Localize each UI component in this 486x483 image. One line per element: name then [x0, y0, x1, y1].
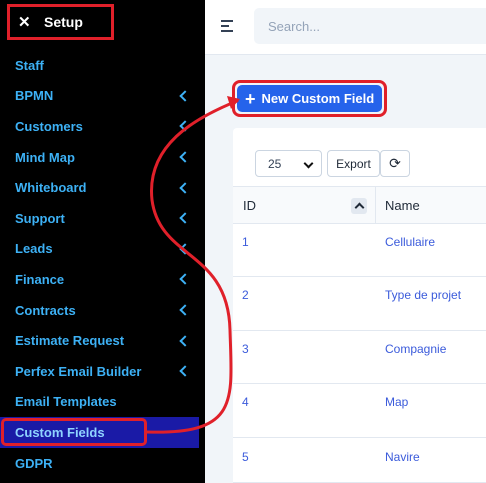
close-icon[interactable]: ✕	[18, 13, 38, 31]
sidebar-item-label: Customers	[15, 118, 83, 134]
sidebar-item-perfex-email-builder[interactable]: Perfex Email Builder	[0, 356, 205, 387]
table-row: 4 Map	[233, 384, 486, 438]
sidebar-item-email-templates[interactable]: Email Templates	[0, 387, 205, 418]
chevron-left-icon[interactable]	[179, 212, 191, 224]
sidebar-item-label: Perfex Email Builder	[15, 363, 142, 379]
sidebar-item-label: Leads	[15, 241, 53, 257]
sidebar-item-contracts[interactable]: Contracts	[0, 295, 205, 326]
search-input[interactable]	[254, 8, 486, 44]
sidebar: ✕ Setup Staff BPMN Customers Mind Map Whiteb…	[0, 0, 205, 483]
chevron-left-icon[interactable]	[179, 243, 191, 255]
topbar	[205, 0, 486, 55]
row-name-link[interactable]: Navire	[385, 450, 420, 464]
row-id: 1	[242, 235, 249, 249]
plus-icon: +	[245, 88, 256, 109]
chevron-down-icon	[303, 158, 314, 169]
sidebar-item-bpmn[interactable]: BPMN	[0, 81, 205, 112]
table-row: 2 Type de projet	[233, 277, 486, 331]
sidebar-item-label: Support	[15, 210, 65, 226]
sidebar-item-staff[interactable]: Staff	[0, 50, 205, 81]
sidebar-item-label: Contracts	[15, 302, 76, 318]
chevron-left-icon[interactable]	[179, 151, 191, 163]
row-name-link[interactable]: Cellulaire	[385, 235, 435, 249]
chevron-left-icon[interactable]	[179, 365, 191, 377]
row-id: 5	[242, 450, 249, 464]
chevron-left-icon[interactable]	[179, 304, 191, 316]
column-header-id[interactable]: ID	[243, 198, 256, 213]
row-id: 4	[242, 395, 249, 409]
row-name-link[interactable]: Map	[385, 395, 408, 409]
column-divider	[375, 187, 376, 224]
sidebar-item-customers[interactable]: Customers	[0, 111, 205, 142]
sidebar-item-label: Staff	[15, 57, 44, 73]
new-custom-field-button[interactable]: + New Custom Field	[237, 85, 382, 112]
row-name-link[interactable]: Compagnie	[385, 342, 446, 356]
sidebar-menu: Staff BPMN Customers Mind Map Whiteboard Supp…	[0, 50, 205, 478]
sidebar-item-label: Mind Map	[15, 149, 75, 165]
row-id: 3	[242, 342, 249, 356]
column-header-name[interactable]: Name	[385, 198, 420, 213]
table-header: ID Name	[233, 186, 486, 224]
export-button[interactable]: Export	[327, 150, 380, 177]
sidebar-item-gdpr[interactable]: GDPR	[0, 448, 205, 479]
row-name-link[interactable]: Type de projet	[385, 288, 461, 302]
new-custom-field-label: New Custom Field	[261, 91, 375, 106]
sidebar-item-label: GDPR	[15, 455, 53, 471]
table-row: 3 Compagnie	[233, 331, 486, 384]
table-row: 5 Navire	[233, 438, 486, 483]
sort-ascending-icon[interactable]	[351, 198, 367, 214]
chevron-left-icon[interactable]	[179, 90, 191, 102]
table-row: 1 Cellulaire	[233, 224, 486, 277]
menu-toggle-icon[interactable]	[221, 20, 235, 32]
page-length-select[interactable]: 25	[255, 150, 322, 177]
sidebar-item-label: Finance	[15, 271, 65, 287]
row-id: 2	[242, 288, 249, 302]
sidebar-item-label: Estimate Request	[15, 333, 125, 349]
refresh-icon[interactable]: ⟳	[380, 150, 410, 177]
sidebar-item-custom-fields[interactable]: Custom Fields	[0, 417, 199, 448]
setup-title: Setup	[44, 14, 83, 30]
sidebar-item-label: Custom Fields	[15, 424, 105, 440]
sidebar-item-mind-map[interactable]: Mind Map	[0, 142, 205, 173]
sidebar-item-whiteboard[interactable]: Whiteboard	[0, 172, 205, 203]
chevron-left-icon[interactable]	[179, 273, 191, 286]
sidebar-item-label: BPMN	[15, 88, 54, 104]
chevron-left-icon[interactable]	[179, 182, 191, 194]
chevron-left-icon[interactable]	[179, 120, 191, 133]
sidebar-item-label: Email Templates	[15, 394, 117, 410]
sidebar-item-leads[interactable]: Leads	[0, 234, 205, 265]
setup-header[interactable]: ✕ Setup	[7, 4, 114, 40]
page-length-value: 25	[268, 156, 282, 171]
sidebar-item-finance[interactable]: Finance	[0, 264, 205, 295]
sidebar-item-support[interactable]: Support	[0, 203, 205, 234]
sidebar-item-label: Whiteboard	[15, 180, 87, 196]
chevron-left-icon[interactable]	[179, 334, 191, 347]
sidebar-item-estimate-request[interactable]: Estimate Request	[0, 325, 205, 356]
